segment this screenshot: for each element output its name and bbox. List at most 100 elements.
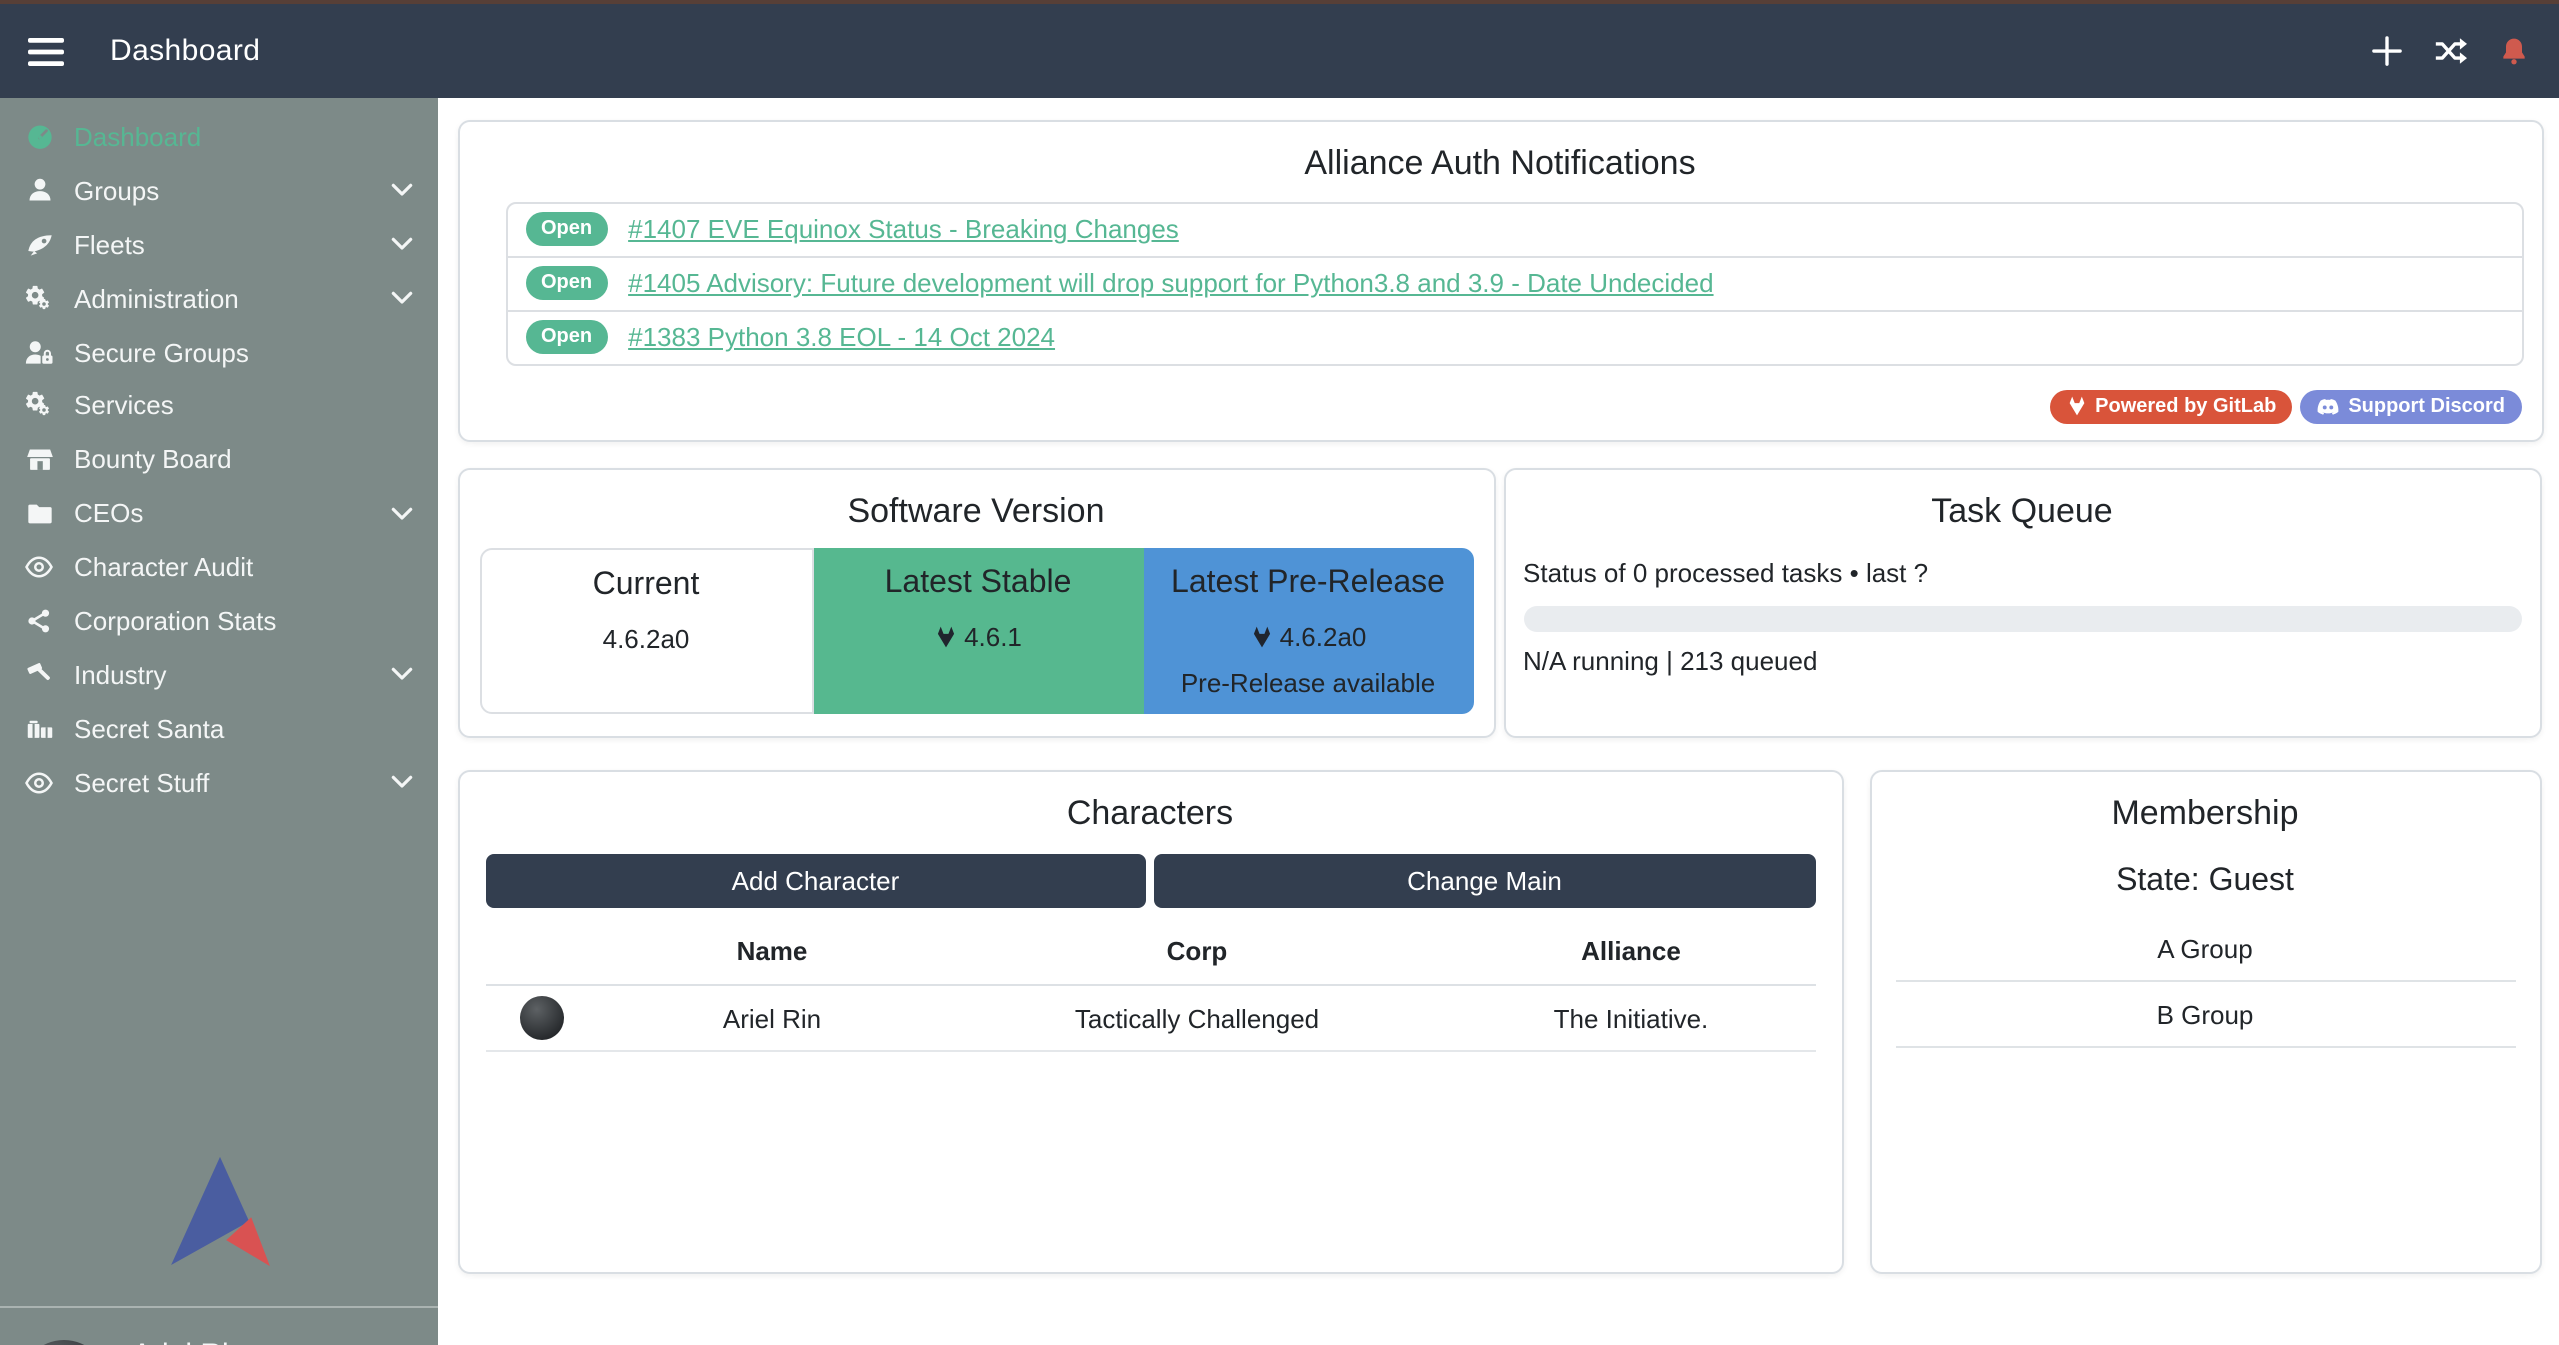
sidebar: Dashboard Groups Fleets Administration S… <box>0 98 438 1345</box>
cogs-icon <box>22 391 56 421</box>
sidebar-item-industry[interactable]: Industry <box>0 648 438 702</box>
notification-row: Open #1383 Python 3.8 EOL - 14 Oct 2024 <box>505 309 2523 365</box>
support-discord-badge[interactable]: Support Discord <box>2300 389 2521 423</box>
task-queue-title: Task Queue <box>1505 470 2539 532</box>
chevron-down-icon <box>390 505 414 521</box>
sidebar-item-character-audit[interactable]: Character Audit <box>0 540 438 594</box>
task-queue-status-line: Status of 0 processed tasks • last ? <box>1523 558 2521 588</box>
character-corp: Tactically Challenged <box>947 1003 1447 1033</box>
current-version-tile: Current 4.6.2a0 <box>479 548 813 714</box>
sidebar-item-secret-stuff[interactable]: Secret Stuff <box>0 755 438 809</box>
change-main-button[interactable]: Change Main <box>1154 854 1815 908</box>
alliance-auth-notifications-panel: Alliance Auth Notifications Open #1407 E… <box>457 119 2543 441</box>
task-queue-body: Status of 0 processed tasks • last ? N/A… <box>1505 558 2539 676</box>
status-badge: Open <box>525 320 608 354</box>
powered-by-gitlab-badge[interactable]: Powered by GitLab <box>2049 389 2292 423</box>
change-main-shuffle-icon[interactable] <box>2431 34 2467 68</box>
character-name: Ariel Rin <box>597 1003 947 1033</box>
alliance-column-header: Alliance <box>1447 936 1815 966</box>
membership-title: Membership <box>1871 772 2539 834</box>
notifications-list: Open #1407 EVE Equinox Status - Breaking… <box>505 201 2523 365</box>
sidebar-item-secret-santa[interactable]: Secret Santa <box>0 702 438 756</box>
characters-table: Name Corp Alliance Ariel Rin Tactically … <box>485 920 1815 1052</box>
task-queue-panel: Task Queue Status of 0 processed tasks •… <box>1503 468 2541 738</box>
sidebar-item-secure-groups[interactable]: Secure Groups <box>0 325 438 379</box>
top-navbar: Dashboard <box>0 4 2559 98</box>
page-title: Dashboard <box>110 34 260 68</box>
cogs-icon <box>22 283 56 313</box>
status-badge: Open <box>525 212 608 246</box>
software-version-panel: Software Version Current 4.6.2a0 Latest … <box>457 468 1495 738</box>
eye-icon <box>22 767 56 797</box>
characters-body: Add Character Change Main Name Corp Alli… <box>459 854 1841 1052</box>
gitlab-tanuki-icon <box>1250 626 1274 648</box>
eye-icon <box>22 552 56 582</box>
membership-panel: Membership State: Guest A Group B Group <box>1869 770 2541 1274</box>
chevron-down-icon <box>390 290 414 306</box>
task-queue-queue-line: N/A running | 213 queued <box>1523 646 2521 676</box>
notifications-footer-badges: Powered by GitLab Support Discord <box>2049 389 2521 423</box>
user-lock-icon <box>22 337 56 367</box>
notifications-bell-icon[interactable] <box>2497 35 2529 67</box>
add-character-icon[interactable] <box>2371 36 2401 66</box>
sidebar-item-ceos[interactable]: CEOs <box>0 486 438 540</box>
gifts-icon <box>22 714 56 742</box>
chevron-down-icon <box>390 667 414 683</box>
sidebar-item-administration[interactable]: Administration <box>0 271 438 325</box>
stable-version-number: 4.6.1 <box>964 622 1022 652</box>
notifications-title: Alliance Auth Notifications <box>459 121 2541 183</box>
membership-state: State: Guest <box>1871 864 2539 900</box>
avatar <box>20 1340 108 1345</box>
prerelease-note: Pre-Release available <box>1143 668 1473 698</box>
version-tiles: Current 4.6.2a0 Latest Stable 4.6.1 Late… <box>479 548 1473 714</box>
membership-groups: A Group B Group <box>1895 916 2515 1048</box>
current-version-number: 4.6.2a0 <box>481 624 811 654</box>
hammer-icon <box>22 661 56 689</box>
user-name: Ariel Rin <box>132 1336 339 1345</box>
character-row: Ariel Rin Tactically Challenged The Init… <box>485 984 1815 1052</box>
user-panel: Ariel Rin Tactically Challenged The Init… <box>0 1324 438 1345</box>
sidebar-item-services[interactable]: Services <box>0 379 438 433</box>
hamburger-menu-icon[interactable] <box>28 37 64 65</box>
prerelease-version-number: 4.6.2a0 <box>1280 622 1367 652</box>
characters-panel: Characters Add Character Change Main Nam… <box>457 770 1843 1274</box>
task-queue-progress-bar <box>1523 606 2521 632</box>
name-column-header: Name <box>597 936 947 966</box>
latest-stable-tile: Latest Stable 4.6.1 <box>813 548 1143 714</box>
notification-link[interactable]: #1405 Advisory: Future development will … <box>628 268 1713 298</box>
chevron-down-icon <box>390 774 414 790</box>
sidebar-item-fleets[interactable]: Fleets <box>0 218 438 272</box>
character-row-avatar <box>519 996 563 1040</box>
notification-row: Open #1407 EVE Equinox Status - Breaking… <box>505 201 2523 257</box>
sidebar-item-bounty-board[interactable]: Bounty Board <box>0 433 438 487</box>
character-portrait <box>20 1340 108 1345</box>
sidebar-item-corporation-stats[interactable]: Corporation Stats <box>0 594 438 648</box>
characters-buttons: Add Character Change Main <box>485 854 1815 908</box>
add-character-button[interactable]: Add Character <box>485 854 1146 908</box>
user-icon <box>22 177 56 205</box>
store-icon <box>22 446 56 474</box>
chevron-down-icon <box>390 236 414 252</box>
software-version-title: Software Version <box>459 470 1493 532</box>
sidebar-item-groups[interactable]: Groups <box>0 164 438 218</box>
alliance-logo <box>0 1154 438 1270</box>
character-alliance: The Initiative. <box>1447 1003 1815 1033</box>
chevron-down-icon <box>390 183 414 199</box>
notification-row: Open #1405 Advisory: Future development … <box>505 255 2523 311</box>
latest-prerelease-tile: Latest Pre-Release 4.6.2a0 Pre-Release a… <box>1143 548 1473 714</box>
tachometer-icon <box>22 123 56 151</box>
rocket-icon <box>22 230 56 258</box>
alliance-auth-dashboard: Dashboard Dashboard Groups <box>0 0 2559 1345</box>
folder-icon <box>22 499 56 527</box>
notification-link[interactable]: #1383 Python 3.8 EOL - 14 Oct 2024 <box>628 322 1055 352</box>
share-icon <box>22 608 56 634</box>
sidebar-divider <box>0 1306 438 1308</box>
sidebar-item-dashboard[interactable]: Dashboard <box>0 110 438 164</box>
corp-column-header: Corp <box>947 936 1447 966</box>
main-content: Alliance Auth Notifications Open #1407 E… <box>438 98 2559 1345</box>
gitlab-tanuki-icon <box>934 626 958 648</box>
sidebar-menu: Dashboard Groups Fleets Administration S… <box>0 98 438 809</box>
membership-group-row: A Group <box>1895 916 2515 982</box>
notification-link[interactable]: #1407 EVE Equinox Status - Breaking Chan… <box>628 214 1179 244</box>
characters-title: Characters <box>459 772 1841 834</box>
